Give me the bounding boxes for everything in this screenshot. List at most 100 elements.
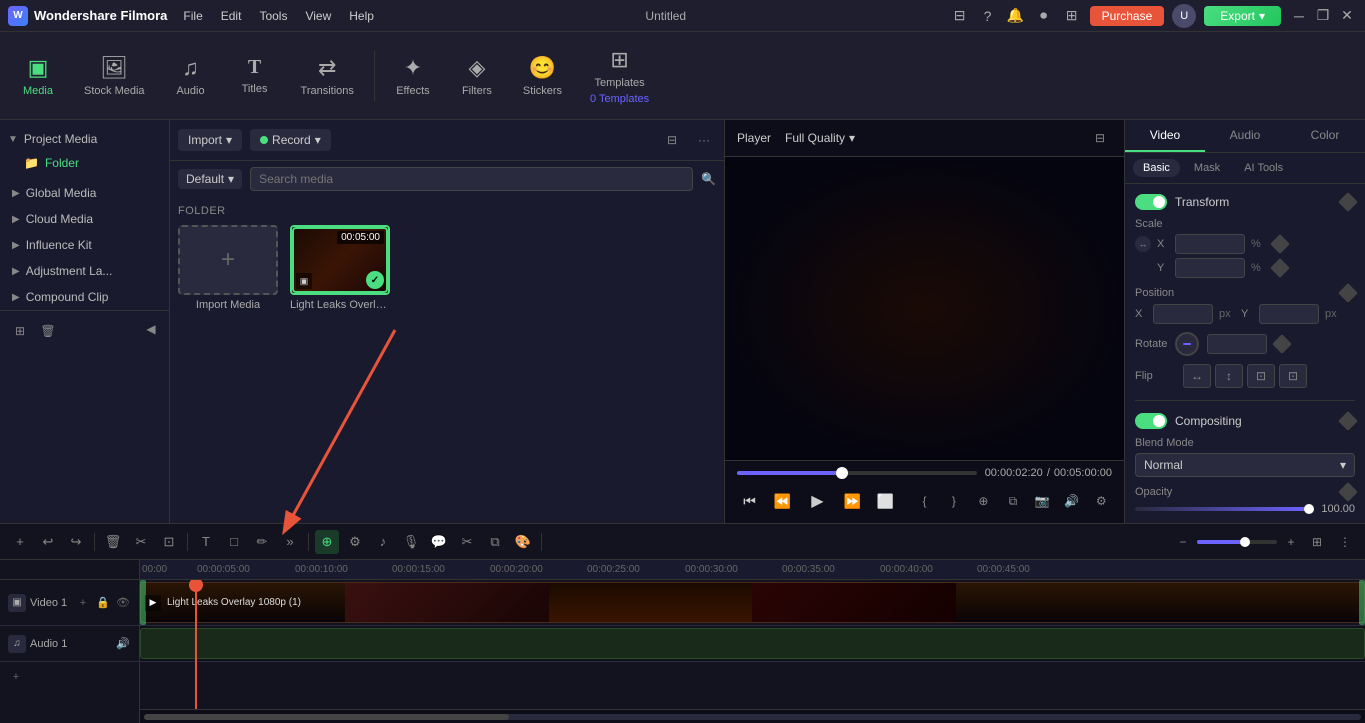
play-button[interactable]: ▶ xyxy=(803,485,832,517)
frame-forward-button[interactable]: ⏩ xyxy=(840,487,865,515)
loop-button[interactable]: ⬜ xyxy=(873,487,898,515)
compositing-keyframe-btn[interactable] xyxy=(1338,411,1358,431)
snapshot-icon[interactable]: 📷 xyxy=(1032,489,1053,513)
crop-btn[interactable]: ⊡ xyxy=(157,530,181,554)
tab-color[interactable]: Color xyxy=(1285,120,1365,152)
clip-trim-right[interactable] xyxy=(1359,580,1365,625)
notification-icon[interactable]: 🔔 xyxy=(1006,6,1026,26)
project-media-header[interactable]: ▼ Project Media xyxy=(0,126,169,152)
toolbar-stock-media[interactable]: 🖼 Stock Media xyxy=(72,40,157,112)
cloud-media-item[interactable]: ▶ Cloud Media xyxy=(0,206,169,232)
subtab-basic[interactable]: Basic xyxy=(1133,159,1180,177)
transform-keyframe-btn[interactable] xyxy=(1338,192,1358,212)
zoom-track[interactable] xyxy=(1197,540,1277,544)
flip-alt-btn[interactable]: ⊡ xyxy=(1247,364,1275,388)
maximize-button[interactable]: ❐ xyxy=(1313,6,1333,26)
menu-file[interactable]: File xyxy=(175,5,210,27)
pip-btn[interactable]: ⧉ xyxy=(483,530,507,554)
toolbar-templates[interactable]: ⊞ Templates 0 Templates xyxy=(578,40,661,112)
delete-folder-icon[interactable]: 🗑 xyxy=(36,319,60,343)
media-more-icon[interactable]: ··· xyxy=(692,128,716,152)
add-folder-icon[interactable]: ⊞ xyxy=(8,319,32,343)
rotate-wheel[interactable] xyxy=(1175,332,1199,356)
preview-settings-icon[interactable]: ⊟ xyxy=(1088,126,1112,150)
pos-y-input[interactable]: 0.00 xyxy=(1259,304,1319,324)
add-track-btn[interactable]: + xyxy=(8,530,32,554)
snap-toggle[interactable]: ⊕ xyxy=(315,530,339,554)
compound-clip-item[interactable]: ▶ Compound Clip xyxy=(0,284,169,310)
subtab-ai-tools[interactable]: AI Tools xyxy=(1234,159,1293,177)
collapse-panel-icon[interactable]: ◀ xyxy=(141,319,161,339)
insert-icon[interactable]: ⊕ xyxy=(973,489,994,513)
toolbar-effects[interactable]: ✦ Effects xyxy=(383,40,443,112)
toolbar-titles[interactable]: T Titles xyxy=(225,40,285,112)
timeline-more-btn[interactable]: ⋮ xyxy=(1333,530,1357,554)
dual-screen-icon[interactable]: ⧉ xyxy=(1002,489,1023,513)
help-icon[interactable]: ? xyxy=(978,6,998,26)
global-media-item[interactable]: ▶ Global Media xyxy=(0,180,169,206)
compositing-toggle[interactable] xyxy=(1135,413,1167,429)
horizontal-scrollbar[interactable] xyxy=(144,714,1361,720)
user-avatar[interactable]: U xyxy=(1172,4,1196,28)
menu-help[interactable]: Help xyxy=(341,5,382,27)
opacity-keyframe-btn[interactable] xyxy=(1338,482,1358,502)
preview-timeline-track[interactable] xyxy=(737,471,977,475)
apps-icon[interactable]: ⊞ xyxy=(1062,6,1082,26)
toolbar-filters[interactable]: ◈ Filters xyxy=(447,40,507,112)
zoom-out-btn[interactable]: − xyxy=(1173,532,1193,552)
delete-btn[interactable]: 🗑 xyxy=(101,530,125,554)
scale-y-input[interactable]: 100.00 xyxy=(1175,258,1245,278)
default-filter-button[interactable]: Default ▾ xyxy=(178,169,242,189)
mark-out-icon[interactable]: } xyxy=(943,489,964,513)
import-media-item[interactable]: + Import Media xyxy=(178,225,278,311)
subtab-mask[interactable]: Mask xyxy=(1184,159,1230,177)
mark-in-icon[interactable]: { xyxy=(914,489,935,513)
flip-vertical-btn[interactable]: ↕ xyxy=(1215,364,1243,388)
scale-x-keyframe-btn[interactable] xyxy=(1270,234,1290,254)
video-clip[interactable]: ▶ Light Leaks Overlay 1080p (1) xyxy=(140,582,1365,623)
minimize-button[interactable]: ─ xyxy=(1289,6,1309,26)
close-button[interactable]: ✕ xyxy=(1337,6,1357,26)
go-to-start-button[interactable]: ⏮ xyxy=(737,487,762,515)
shape-btn[interactable]: □ xyxy=(222,530,246,554)
position-keyframe-btn[interactable] xyxy=(1338,283,1358,303)
scale-y-keyframe-btn[interactable] xyxy=(1270,258,1290,278)
quality-select[interactable]: Full Quality ▾ xyxy=(779,129,861,147)
pos-x-input[interactable]: 0.00 xyxy=(1153,304,1213,324)
more-btn[interactable]: » xyxy=(278,530,302,554)
audio-btn[interactable]: 🎙 xyxy=(399,530,423,554)
timeline-thumb[interactable] xyxy=(836,467,848,479)
tab-audio[interactable]: Audio xyxy=(1205,120,1285,152)
track-lock-icon[interactable]: 🔒 xyxy=(95,595,111,611)
toolbar-media[interactable]: ▣ Media xyxy=(8,40,68,112)
redo-btn[interactable]: ↪ xyxy=(64,530,88,554)
video-media-item[interactable]: 00:05:00 ▣ ✓ Light Leaks Overlay 10... xyxy=(290,225,390,311)
screen-record-icon[interactable]: ⏺ xyxy=(1034,6,1054,26)
menu-tools[interactable]: Tools xyxy=(251,5,295,27)
adjustment-layer-item[interactable]: ▶ Adjustment La... xyxy=(0,258,169,284)
influence-kit-item[interactable]: ▶ Influence Kit xyxy=(0,232,169,258)
ai-cut-btn[interactable]: ✂ xyxy=(455,530,479,554)
menu-edit[interactable]: Edit xyxy=(213,5,250,27)
frame-back-button[interactable]: ⏪ xyxy=(770,487,795,515)
playhead[interactable] xyxy=(195,580,197,709)
purchase-button[interactable]: Purchase xyxy=(1090,6,1165,26)
toolbar-stickers[interactable]: 😊 Stickers xyxy=(511,40,574,112)
scale-x-input[interactable]: 100.00 xyxy=(1175,234,1245,254)
opacity-slider[interactable] xyxy=(1135,507,1309,511)
search-input[interactable] xyxy=(250,167,693,191)
track-add-icon[interactable]: + xyxy=(75,595,91,611)
transform-toggle[interactable] xyxy=(1135,194,1167,210)
caption-btn[interactable]: 💬 xyxy=(427,530,451,554)
zoom-in-btn[interactable]: + xyxy=(1281,532,1301,552)
undo-btn[interactable]: ↩ xyxy=(36,530,60,554)
rotate-input[interactable]: 0.00° xyxy=(1207,334,1267,354)
grid-view-btn[interactable]: ⊞ xyxy=(1305,530,1329,554)
cut-btn[interactable]: ✂ xyxy=(129,530,153,554)
add-new-track-icon[interactable]: + xyxy=(8,669,24,685)
flip-horizontal-btn[interactable]: ↔ xyxy=(1183,364,1211,388)
toolbar-transitions[interactable]: ⇄ Transitions xyxy=(289,40,366,112)
rotate-keyframe-btn[interactable] xyxy=(1273,334,1293,354)
toolbar-audio[interactable]: ♫ Audio xyxy=(161,40,221,112)
audio-monitor-icon[interactable]: 🔊 xyxy=(1061,489,1082,513)
